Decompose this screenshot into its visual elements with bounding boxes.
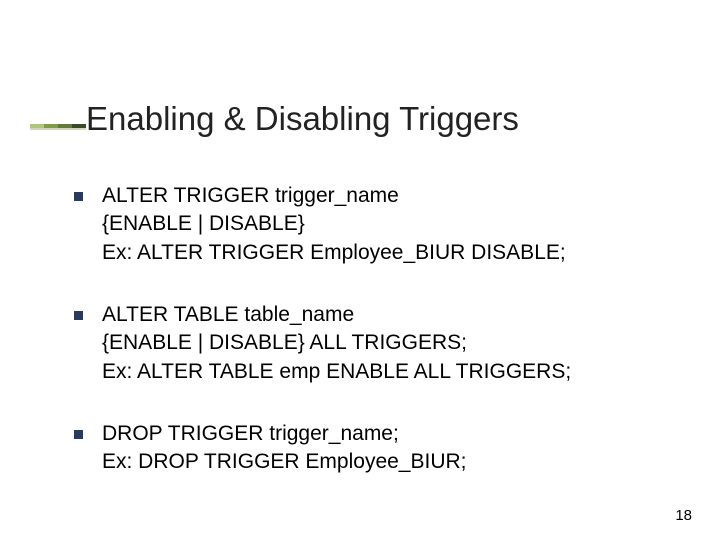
slide-title: Enabling & Disabling Triggers (86, 100, 660, 138)
bullet-line: ALTER TABLE table_name (102, 301, 660, 329)
title-accent-underline (30, 128, 86, 130)
bullet-line: ALTER TRIGGER trigger_name (102, 182, 660, 210)
title-area: Enabling & Disabling Triggers (30, 100, 660, 138)
bullet-line: Ex: ALTER TRIGGER Employee_BIUR DISABLE; (102, 239, 660, 267)
bullet-line: Ex: DROP TRIGGER Employee_BIUR; (102, 448, 660, 476)
bullet-line: Ex: ALTER TABLE emp ENABLE ALL TRIGGERS; (102, 358, 660, 386)
bullet-line: {ENABLE | DISABLE} (102, 210, 660, 238)
bullet-line: {ENABLE | DISABLE} ALL TRIGGERS; (102, 329, 660, 357)
list-item: ALTER TABLE table_name {ENABLE | DISABLE… (74, 301, 660, 386)
list-item: ALTER TRIGGER trigger_name {ENABLE | DIS… (74, 182, 660, 267)
list-item: DROP TRIGGER trigger_name; Ex: DROP TRIG… (74, 420, 660, 477)
bullet-list: ALTER TRIGGER trigger_name {ENABLE | DIS… (74, 182, 660, 511)
bullet-line: DROP TRIGGER trigger_name; (102, 420, 660, 448)
slide: Enabling & Disabling Triggers ALTER TRIG… (0, 0, 720, 540)
page-number: 18 (675, 507, 692, 524)
